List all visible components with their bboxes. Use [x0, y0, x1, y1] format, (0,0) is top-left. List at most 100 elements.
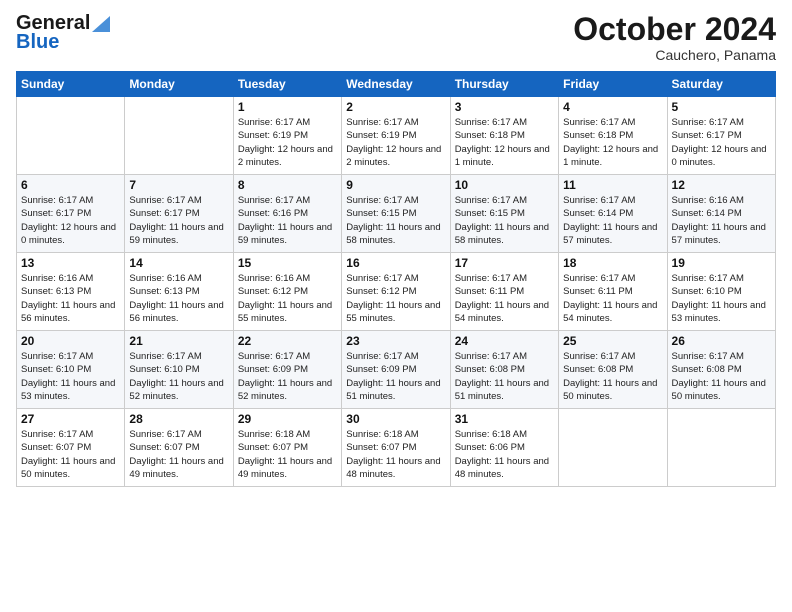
day-cell: 13 Sunrise: 6:16 AMSunset: 6:13 PMDayligh…: [17, 253, 125, 331]
day-info: Sunrise: 6:17 AMSunset: 6:08 PMDaylight:…: [563, 350, 662, 403]
day-cell: 16Sunrise: 6:17 AMSunset: 6:12 PMDayligh…: [342, 253, 450, 331]
day-number: 6: [21, 178, 120, 192]
day-number: 21: [129, 334, 228, 348]
day-cell: 9 Sunrise: 6:17 AMSunset: 6:15 PMDaylight…: [342, 175, 450, 253]
day-info: Sunrise: 6:17 AMSunset: 6:10 PMDaylight:…: [21, 350, 120, 403]
day-info: Sunrise: 6:17 AMSunset: 6:19 PMDaylight:…: [238, 116, 337, 169]
day-cell: 3Sunrise: 6:17 AMSunset: 6:18 PMDaylight…: [450, 97, 558, 175]
day-number: 26: [672, 334, 771, 348]
day-cell: 11 Sunrise: 6:17 AMSunset: 6:14 PMDayligh…: [559, 175, 667, 253]
day-number: 5: [672, 100, 771, 114]
day-cell: 1 Sunrise: 6:17 AMSunset: 6:19 PMDaylight…: [233, 97, 341, 175]
day-info: Sunrise: 6:17 AMSunset: 6:07 PMDaylight:…: [21, 428, 120, 481]
page-header: General Blue October 2024 Cauchero, Pana…: [16, 12, 776, 63]
day-header-wednesday: Wednesday: [342, 72, 450, 97]
day-info: Sunrise: 6:17 AMSunset: 6:15 PMDaylight:…: [346, 194, 445, 247]
day-number: 9: [346, 178, 445, 192]
day-number: 10: [455, 178, 554, 192]
title-block: October 2024 Cauchero, Panama: [573, 12, 776, 63]
day-number: 28: [129, 412, 228, 426]
week-row-2: 6 Sunrise: 6:17 AMSunset: 6:17 PMDaylight…: [17, 175, 776, 253]
week-row-4: 20 Sunrise: 6:17 AMSunset: 6:10 PMDayligh…: [17, 331, 776, 409]
day-cell: [559, 409, 667, 487]
day-cell: 29 Sunrise: 6:18 AMSunset: 6:07 PMDayligh…: [233, 409, 341, 487]
day-info: Sunrise: 6:16 AMSunset: 6:12 PMDaylight:…: [238, 272, 337, 325]
day-number: 4: [563, 100, 662, 114]
day-cell: 17Sunrise: 6:17 AMSunset: 6:11 PMDayligh…: [450, 253, 558, 331]
day-number: 1: [238, 100, 337, 114]
week-row-3: 13 Sunrise: 6:16 AMSunset: 6:13 PMDayligh…: [17, 253, 776, 331]
day-cell: 24 Sunrise: 6:17 AMSunset: 6:08 PMDayligh…: [450, 331, 558, 409]
day-number: 17: [455, 256, 554, 270]
day-cell: 10 Sunrise: 6:17 AMSunset: 6:15 PMDayligh…: [450, 175, 558, 253]
day-number: 18: [563, 256, 662, 270]
day-cell: 14 Sunrise: 6:16 AMSunset: 6:13 PMDayligh…: [125, 253, 233, 331]
day-number: 23: [346, 334, 445, 348]
day-number: 11: [563, 178, 662, 192]
day-info: Sunrise: 6:17 AMSunset: 6:16 PMDaylight:…: [238, 194, 337, 247]
day-cell: 23 Sunrise: 6:17 AMSunset: 6:09 PMDayligh…: [342, 331, 450, 409]
day-number: 24: [455, 334, 554, 348]
day-cell: 19 Sunrise: 6:17 AMSunset: 6:10 PMDayligh…: [667, 253, 775, 331]
day-info: Sunrise: 6:17 AMSunset: 6:09 PMDaylight:…: [238, 350, 337, 403]
day-info: Sunrise: 6:17 AMSunset: 6:19 PMDaylight:…: [346, 116, 445, 169]
day-number: 31: [455, 412, 554, 426]
calendar: SundayMondayTuesdayWednesdayThursdayFrid…: [16, 71, 776, 487]
day-cell: 27Sunrise: 6:17 AMSunset: 6:07 PMDayligh…: [17, 409, 125, 487]
day-number: 25: [563, 334, 662, 348]
day-header-sunday: Sunday: [17, 72, 125, 97]
day-cell: 15 Sunrise: 6:16 AMSunset: 6:12 PMDayligh…: [233, 253, 341, 331]
day-info: Sunrise: 6:17 AMSunset: 6:08 PMDaylight:…: [672, 350, 771, 403]
day-info: Sunrise: 6:17 AMSunset: 6:08 PMDaylight:…: [455, 350, 554, 403]
day-info: Sunrise: 6:16 AMSunset: 6:13 PMDaylight:…: [129, 272, 228, 325]
day-number: 15: [238, 256, 337, 270]
day-cell: [125, 97, 233, 175]
day-info: Sunrise: 6:17 AMSunset: 6:09 PMDaylight:…: [346, 350, 445, 403]
day-info: Sunrise: 6:17 AMSunset: 6:17 PMDaylight:…: [672, 116, 771, 169]
day-number: 22: [238, 334, 337, 348]
day-header-monday: Monday: [125, 72, 233, 97]
day-number: 29: [238, 412, 337, 426]
day-info: Sunrise: 6:17 AMSunset: 6:18 PMDaylight:…: [563, 116, 662, 169]
day-info: Sunrise: 6:17 AMSunset: 6:15 PMDaylight:…: [455, 194, 554, 247]
day-info: Sunrise: 6:17 AMSunset: 6:07 PMDaylight:…: [129, 428, 228, 481]
day-number: 20: [21, 334, 120, 348]
day-header-tuesday: Tuesday: [233, 72, 341, 97]
day-number: 14: [129, 256, 228, 270]
day-cell: 4 Sunrise: 6:17 AMSunset: 6:18 PMDaylight…: [559, 97, 667, 175]
day-cell: 30Sunrise: 6:18 AMSunset: 6:07 PMDayligh…: [342, 409, 450, 487]
day-number: 19: [672, 256, 771, 270]
day-number: 30: [346, 412, 445, 426]
day-info: Sunrise: 6:16 AMSunset: 6:13 PMDaylight:…: [21, 272, 120, 325]
day-cell: 7 Sunrise: 6:17 AMSunset: 6:17 PMDaylight…: [125, 175, 233, 253]
day-cell: 20 Sunrise: 6:17 AMSunset: 6:10 PMDayligh…: [17, 331, 125, 409]
day-info: Sunrise: 6:17 AMSunset: 6:11 PMDaylight:…: [563, 272, 662, 325]
day-cell: 31Sunrise: 6:18 AMSunset: 6:06 PMDayligh…: [450, 409, 558, 487]
day-header-thursday: Thursday: [450, 72, 558, 97]
day-cell: 18 Sunrise: 6:17 AMSunset: 6:11 PMDayligh…: [559, 253, 667, 331]
day-cell: 8 Sunrise: 6:17 AMSunset: 6:16 PMDaylight…: [233, 175, 341, 253]
day-info: Sunrise: 6:17 AMSunset: 6:10 PMDaylight:…: [129, 350, 228, 403]
day-cell: 5 Sunrise: 6:17 AMSunset: 6:17 PMDaylight…: [667, 97, 775, 175]
day-info: Sunrise: 6:17 AMSunset: 6:12 PMDaylight:…: [346, 272, 445, 325]
day-cell: 28 Sunrise: 6:17 AMSunset: 6:07 PMDayligh…: [125, 409, 233, 487]
week-row-5: 27Sunrise: 6:17 AMSunset: 6:07 PMDayligh…: [17, 409, 776, 487]
day-cell: [17, 97, 125, 175]
day-cell: 2Sunrise: 6:17 AMSunset: 6:19 PMDaylight…: [342, 97, 450, 175]
day-info: Sunrise: 6:17 AMSunset: 6:17 PMDaylight:…: [129, 194, 228, 247]
day-info: Sunrise: 6:18 AMSunset: 6:07 PMDaylight:…: [238, 428, 337, 481]
week-row-1: 1 Sunrise: 6:17 AMSunset: 6:19 PMDaylight…: [17, 97, 776, 175]
day-number: 13: [21, 256, 120, 270]
day-number: 8: [238, 178, 337, 192]
day-number: 7: [129, 178, 228, 192]
logo: General Blue: [16, 12, 110, 54]
day-info: Sunrise: 6:17 AMSunset: 6:10 PMDaylight:…: [672, 272, 771, 325]
day-cell: 22 Sunrise: 6:17 AMSunset: 6:09 PMDayligh…: [233, 331, 341, 409]
day-cell: 25 Sunrise: 6:17 AMSunset: 6:08 PMDayligh…: [559, 331, 667, 409]
month-title: October 2024: [573, 12, 776, 47]
day-info: Sunrise: 6:17 AMSunset: 6:18 PMDaylight:…: [455, 116, 554, 169]
day-cell: 26 Sunrise: 6:17 AMSunset: 6:08 PMDayligh…: [667, 331, 775, 409]
day-info: Sunrise: 6:17 AMSunset: 6:14 PMDaylight:…: [563, 194, 662, 247]
calendar-header: SundayMondayTuesdayWednesdayThursdayFrid…: [17, 72, 776, 97]
day-info: Sunrise: 6:16 AMSunset: 6:14 PMDaylight:…: [672, 194, 771, 247]
